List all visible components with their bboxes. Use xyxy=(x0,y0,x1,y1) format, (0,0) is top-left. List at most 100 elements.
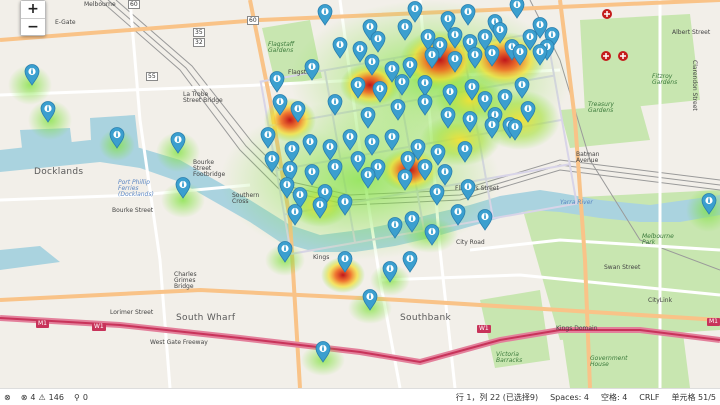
cell-indicator[interactable]: 单元格 51/5 xyxy=(671,392,716,403)
map-marker[interactable] xyxy=(424,224,440,246)
indentation[interactable]: Spaces: 4 xyxy=(550,393,589,402)
map-marker[interactable] xyxy=(397,19,413,41)
map-marker[interactable] xyxy=(342,129,358,151)
map-marker[interactable] xyxy=(450,204,466,226)
map-marker[interactable] xyxy=(327,159,343,181)
map-marker[interactable] xyxy=(287,204,303,226)
map-marker[interactable] xyxy=(437,164,453,186)
map-marker[interactable] xyxy=(360,167,376,189)
map-marker[interactable] xyxy=(175,177,191,199)
map-marker[interactable] xyxy=(701,193,717,215)
map-marker[interactable] xyxy=(370,31,386,53)
map-marker[interactable] xyxy=(394,74,410,96)
map-marker[interactable] xyxy=(397,169,413,191)
map-marker[interactable] xyxy=(272,94,288,116)
map-pin-icon xyxy=(327,159,343,181)
map-marker[interactable] xyxy=(360,107,376,129)
map-marker[interactable] xyxy=(424,47,440,69)
map-marker[interactable] xyxy=(447,27,463,49)
map-marker[interactable] xyxy=(304,164,320,186)
label-south-wharf: South Wharf xyxy=(176,313,236,323)
map-marker[interactable] xyxy=(109,127,125,149)
map-marker[interactable] xyxy=(467,47,483,69)
map-marker[interactable] xyxy=(322,139,338,161)
map-marker[interactable] xyxy=(514,77,530,99)
map-marker[interactable] xyxy=(304,59,320,81)
label-bourke-footbridge: Bourke Street Footbridge xyxy=(193,159,226,178)
map-pin-icon xyxy=(290,101,306,123)
map-pin-icon xyxy=(429,184,445,206)
map-marker[interactable] xyxy=(447,51,463,73)
map-marker[interactable] xyxy=(40,101,56,123)
map-marker[interactable] xyxy=(24,64,40,86)
label-bourke-street: Bourke Street xyxy=(112,207,154,214)
map-marker[interactable] xyxy=(387,217,403,239)
map-marker[interactable] xyxy=(484,45,500,67)
map-marker[interactable] xyxy=(260,127,276,149)
map-pin-icon xyxy=(332,37,348,59)
map-pin-icon xyxy=(315,341,331,363)
map-marker[interactable] xyxy=(327,94,343,116)
label-west-gate-freeway: West Gate Freeway xyxy=(150,339,208,346)
map-marker[interactable] xyxy=(429,184,445,206)
map-marker[interactable] xyxy=(170,132,186,154)
map-marker[interactable] xyxy=(440,107,456,129)
map-marker[interactable] xyxy=(442,84,458,106)
map-marker[interactable] xyxy=(284,141,300,163)
label-kings-domain: Kings Domain xyxy=(556,325,598,332)
map-marker[interactable] xyxy=(509,0,525,19)
remote-indicator[interactable]: ⊗ xyxy=(4,393,11,402)
ports-indicator[interactable]: ⚲ 0 xyxy=(74,393,88,402)
map-marker[interactable] xyxy=(290,101,306,123)
map-pin-icon xyxy=(277,241,293,263)
map-marker[interactable] xyxy=(460,179,476,201)
problems-indicator[interactable]: ⊗ 4 ⚠ 146 xyxy=(21,393,64,402)
map-marker[interactable] xyxy=(477,209,493,231)
map-marker[interactable] xyxy=(417,94,433,116)
map-marker[interactable] xyxy=(372,81,388,103)
map-marker[interactable] xyxy=(404,211,420,233)
map-marker[interactable] xyxy=(337,251,353,273)
label-treasury-gardens: Treasury Gardens xyxy=(588,101,614,114)
zoom-in-button[interactable]: + xyxy=(21,1,45,18)
map-pin-icon xyxy=(417,159,433,181)
map-marker[interactable] xyxy=(462,111,478,133)
zoom-out-button[interactable]: − xyxy=(21,18,45,35)
map-pin-icon xyxy=(402,251,418,273)
map-marker[interactable] xyxy=(512,44,528,66)
indentation-cn[interactable]: 空格: 4 xyxy=(601,392,627,403)
map-marker[interactable] xyxy=(312,197,328,219)
map-view[interactable]: Melbourne E-Gate La Trobe Street Bridge … xyxy=(0,0,720,388)
map-marker[interactable] xyxy=(390,99,406,121)
map-pin-icon xyxy=(304,59,320,81)
end-of-line[interactable]: CRLF xyxy=(639,393,659,402)
map-marker[interactable] xyxy=(317,4,333,26)
route-shield: 55 xyxy=(146,72,158,81)
map-marker[interactable] xyxy=(532,44,548,66)
map-marker[interactable] xyxy=(350,77,366,99)
cursor-position[interactable]: 行 1，列 22 (已选择9) xyxy=(456,392,538,403)
map-marker[interactable] xyxy=(402,251,418,273)
map-marker[interactable] xyxy=(417,159,433,181)
label-batman-avenue: Batman Avenue xyxy=(576,151,600,164)
map-marker[interactable] xyxy=(457,141,473,163)
map-marker[interactable] xyxy=(484,117,500,139)
map-marker[interactable] xyxy=(302,134,318,156)
ports-count: 0 xyxy=(82,392,88,402)
map-marker[interactable] xyxy=(337,194,353,216)
map-marker[interactable] xyxy=(362,289,378,311)
map-marker[interactable] xyxy=(264,151,280,173)
label-southbank: Southbank xyxy=(400,313,452,323)
map-marker[interactable] xyxy=(332,37,348,59)
map-marker[interactable] xyxy=(460,4,476,26)
map-pin-icon xyxy=(284,141,300,163)
map-marker[interactable] xyxy=(364,134,380,156)
map-marker[interactable] xyxy=(315,341,331,363)
map-marker[interactable] xyxy=(384,129,400,151)
map-marker[interactable] xyxy=(277,241,293,263)
map-marker[interactable] xyxy=(382,261,398,283)
map-pin-icon xyxy=(460,179,476,201)
map-marker[interactable] xyxy=(269,71,285,93)
map-marker[interactable] xyxy=(364,54,380,76)
map-marker[interactable] xyxy=(507,119,523,141)
